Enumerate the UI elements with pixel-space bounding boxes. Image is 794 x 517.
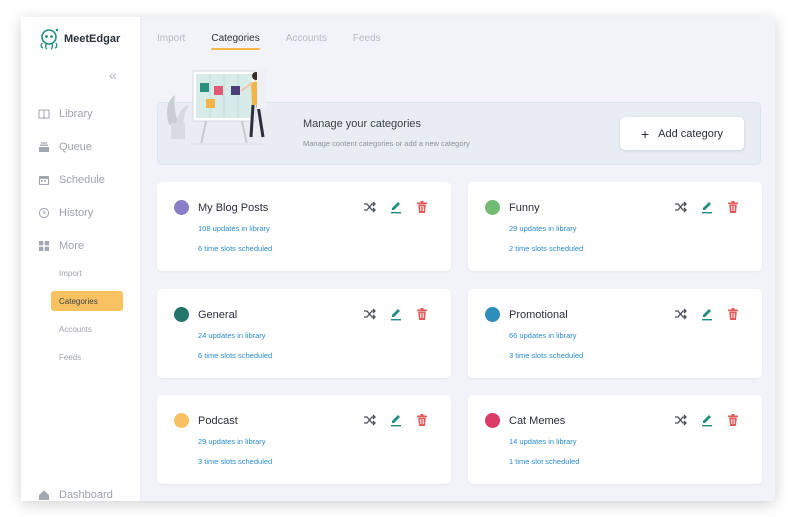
tab-feeds[interactable]: Feeds bbox=[353, 33, 381, 44]
sidebar-item-more[interactable]: More bbox=[38, 240, 84, 252]
add-category-label: Add category bbox=[658, 127, 723, 140]
banner-subtitle: Manage content categories or add a new c… bbox=[303, 139, 470, 148]
shuffle-icon[interactable] bbox=[674, 200, 688, 214]
edit-icon[interactable] bbox=[700, 307, 714, 321]
sidebar-item-history[interactable]: History bbox=[38, 207, 93, 219]
book-icon bbox=[38, 109, 50, 120]
home-icon bbox=[39, 490, 49, 500]
sidebar-subitem-import[interactable]: Import bbox=[59, 269, 82, 278]
collapse-sidebar-icon[interactable]: « bbox=[109, 67, 117, 83]
app-name: MeetEdgar bbox=[64, 33, 121, 45]
category-color-dot bbox=[174, 200, 189, 215]
category-updates-link[interactable]: 66 updates in library bbox=[509, 331, 577, 340]
category-actions bbox=[662, 413, 740, 427]
category-slots-link[interactable]: 1 time slot scheduled bbox=[509, 457, 579, 466]
category-color-dot bbox=[485, 200, 500, 215]
edit-icon[interactable] bbox=[700, 200, 714, 214]
shuffle-icon[interactable] bbox=[674, 413, 688, 427]
shuffle-icon[interactable] bbox=[363, 200, 377, 214]
sidebar-subitem-accounts[interactable]: Accounts bbox=[59, 325, 92, 334]
tab-accounts[interactable]: Accounts bbox=[286, 33, 327, 44]
category-card[interactable]: My Blog Posts 108 updates in library 6 tim… bbox=[157, 182, 451, 271]
category-card[interactable]: Promotional 66 updates in library 3 time s… bbox=[468, 289, 762, 378]
add-category-button[interactable]: + Add category bbox=[620, 117, 744, 150]
trash-icon[interactable] bbox=[415, 200, 429, 214]
category-actions bbox=[351, 413, 429, 427]
sidebar-item-label: More bbox=[59, 240, 85, 252]
sidebar-item-schedule[interactable]: Schedule bbox=[38, 174, 105, 186]
sidebar-item-label: Queue bbox=[59, 141, 93, 153]
trash-icon[interactable] bbox=[415, 413, 429, 427]
queue-icon bbox=[39, 142, 49, 152]
category-name: Cat Memes bbox=[509, 415, 566, 427]
shuffle-icon[interactable] bbox=[363, 413, 377, 427]
shuffle-icon[interactable] bbox=[363, 307, 377, 321]
category-name: Podcast bbox=[198, 415, 238, 427]
category-color-dot bbox=[174, 413, 189, 428]
category-name: General bbox=[198, 309, 238, 321]
category-card[interactable]: General 24 updates in library 6 time slots… bbox=[157, 289, 451, 378]
category-card[interactable]: Funny 29 updates in library 2 time slots s… bbox=[468, 182, 762, 271]
sidebar-item-label: Schedule bbox=[59, 174, 105, 186]
category-updates-link[interactable]: 24 updates in library bbox=[198, 331, 266, 340]
category-color-dot bbox=[485, 307, 500, 322]
category-updates-link[interactable]: 14 updates in library bbox=[509, 437, 577, 446]
trash-icon[interactable] bbox=[726, 200, 740, 214]
main-content: Import Categories Accounts Feeds Manage … bbox=[141, 17, 775, 501]
grid-icon bbox=[39, 241, 49, 251]
sidebar-subitem-feeds[interactable]: Feeds bbox=[59, 353, 81, 362]
category-color-dot bbox=[174, 307, 189, 322]
sidebar-item-library[interactable]: Library bbox=[38, 108, 93, 120]
sidebar-item-label: Library bbox=[59, 108, 93, 120]
category-actions bbox=[662, 307, 740, 321]
sidebar: MeetEdgar « Library Queue Schedule Histo… bbox=[21, 17, 141, 501]
category-updates-link[interactable]: 29 updates in library bbox=[509, 224, 577, 233]
category-name: My Blog Posts bbox=[198, 202, 269, 214]
category-slots-link[interactable]: 3 time slots scheduled bbox=[509, 351, 583, 360]
calendar-icon bbox=[39, 176, 49, 185]
sidebar-item-dashboard[interactable]: Dashboard bbox=[38, 489, 113, 501]
plus-icon: + bbox=[640, 125, 650, 142]
trash-icon[interactable] bbox=[726, 413, 740, 427]
sidebar-item-label: Dashboard bbox=[59, 489, 113, 501]
edit-icon[interactable] bbox=[389, 200, 403, 214]
category-updates-link[interactable]: 108 updates in library bbox=[198, 224, 270, 233]
app-window: MeetEdgar « Library Queue Schedule Histo… bbox=[21, 17, 775, 501]
category-actions bbox=[351, 200, 429, 214]
category-name: Funny bbox=[509, 202, 540, 214]
category-slots-link[interactable]: 6 time slots scheduled bbox=[198, 244, 272, 253]
history-icon bbox=[38, 207, 50, 219]
shuffle-icon[interactable] bbox=[674, 307, 688, 321]
octopus-logo-icon bbox=[40, 28, 59, 50]
tab-bar: Import Categories Accounts Feeds bbox=[157, 33, 407, 50]
category-card[interactable]: Cat Memes 14 updates in library 1 time slo… bbox=[468, 395, 762, 484]
trash-icon[interactable] bbox=[726, 307, 740, 321]
category-slots-link[interactable]: 3 time slots scheduled bbox=[198, 457, 272, 466]
logo[interactable]: MeetEdgar bbox=[37, 27, 120, 51]
category-slots-link[interactable]: 6 time slots scheduled bbox=[198, 351, 272, 360]
category-card[interactable]: Podcast 29 updates in library 3 time slots… bbox=[157, 395, 451, 484]
tab-import[interactable]: Import bbox=[157, 33, 185, 44]
category-color-dot bbox=[485, 413, 500, 428]
trash-icon[interactable] bbox=[415, 307, 429, 321]
sidebar-subitem-categories[interactable]: Categories bbox=[51, 291, 123, 311]
edit-icon[interactable] bbox=[389, 413, 403, 427]
category-actions bbox=[662, 200, 740, 214]
tab-categories[interactable]: Categories bbox=[211, 33, 261, 50]
edit-icon[interactable] bbox=[700, 413, 714, 427]
category-updates-link[interactable]: 29 updates in library bbox=[198, 437, 266, 446]
category-slots-link[interactable]: 2 time slots scheduled bbox=[509, 244, 583, 253]
category-actions bbox=[351, 307, 429, 321]
sidebar-item-queue[interactable]: Queue bbox=[38, 141, 92, 153]
banner-title: Manage your categories bbox=[303, 118, 422, 130]
edit-icon[interactable] bbox=[389, 307, 403, 321]
category-name: Promotional bbox=[509, 309, 568, 321]
board-illustration bbox=[167, 69, 267, 146]
sidebar-item-label: History bbox=[59, 207, 94, 219]
